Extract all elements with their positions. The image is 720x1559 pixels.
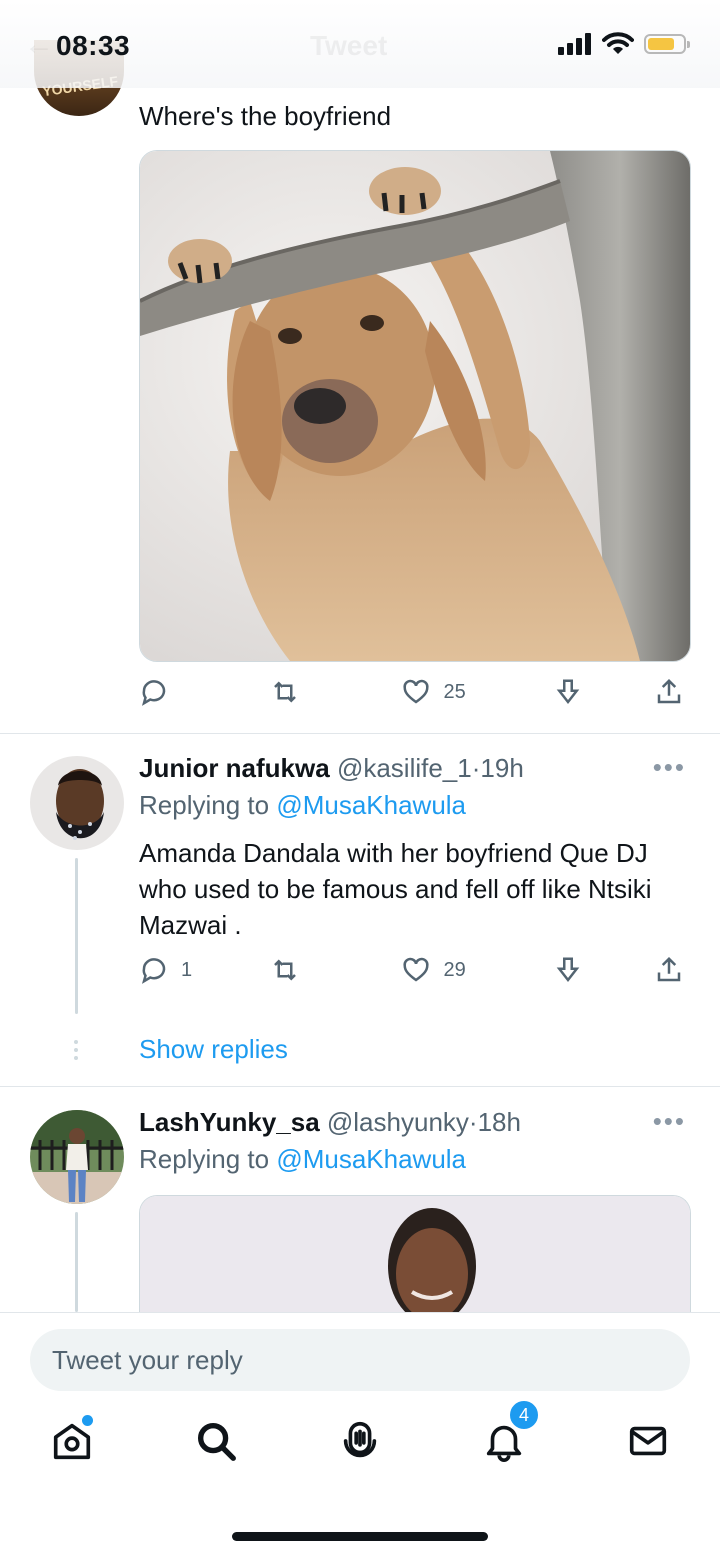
tab-spaces[interactable] [332,1413,388,1469]
avatar-image [30,1110,124,1204]
replying-to: Replying to @MusaKhawula [139,789,466,821]
thread-line [75,858,78,1014]
header-title: Tweet [310,30,388,61]
retweet-icon [274,681,297,703]
downvote-icon [556,679,579,705]
wifi-icon [602,32,634,54]
downvote-button[interactable] [553,955,654,985]
tweet-header: Junior nafukwa @kasilife_1·19h [139,752,524,784]
reply-icon [141,680,166,706]
divider [0,733,720,734]
like-button[interactable]: 29 [401,955,552,985]
tweet-actions: 25 [139,672,684,712]
woman-photo [140,1196,690,1326]
handle[interactable]: @kasilife_1 [337,753,472,783]
dog-photo [140,151,690,661]
share-button[interactable] [654,677,684,707]
avatar[interactable] [30,1110,124,1204]
show-replies-link[interactable]: Show replies [139,1034,288,1065]
handle[interactable]: @lashyunky [327,1107,469,1137]
retweet-button[interactable] [270,677,401,707]
tab-home[interactable] [44,1413,100,1469]
avatar-image [30,756,124,850]
tweet-text: Where's the boyfriend [139,101,392,131]
signal-icon [558,33,591,55]
share-icon [657,678,681,704]
replying-prefix: Replying to [139,790,270,820]
tab-notifications[interactable]: 4 [476,1399,540,1469]
messages-icon [629,1426,667,1456]
reply-icon [141,958,166,984]
display-name[interactable]: Junior nafukwa [139,753,330,783]
reply-count: 1 [181,958,193,981]
bottom-area: Tweet your reply 4 [0,1312,720,1559]
reply-input[interactable]: Tweet your reply [30,1329,690,1391]
reply-button[interactable]: 1 [139,955,270,985]
heart-icon [403,957,429,982]
home-unread-dot [82,1415,93,1426]
retweet-icon [274,959,297,981]
thread-line [75,1212,78,1312]
heart-icon [403,679,429,704]
dot-separator: · [468,1107,478,1137]
tab-search[interactable] [188,1413,244,1469]
reply-button[interactable] [139,677,270,707]
tweet-image[interactable] [139,1195,691,1326]
tweet-header: LashYunky_sa @lashyunky·18h [139,1106,521,1138]
more-options-icon[interactable]: ••• [653,752,686,783]
display-name[interactable]: LashYunky_sa [139,1107,320,1137]
tweet-text: Amanda Dandala with her boyfriend Que DJ… [139,838,652,940]
share-icon [657,956,681,982]
retweet-button[interactable] [270,955,401,985]
downvote-icon [556,957,579,983]
search-icon [197,1422,236,1461]
notifications-badge: 4 [508,1399,540,1431]
mention-link[interactable]: @MusaKhawula [276,1144,466,1174]
replying-prefix: Replying to [139,1144,270,1174]
share-button[interactable] [654,955,684,985]
status-bar: ← Tweet 08:33 [0,0,720,88]
tweet-actions: 1 29 [139,950,684,990]
tweet-image[interactable] [139,150,691,662]
like-count: 29 [443,958,466,981]
tab-messages[interactable] [620,1413,676,1469]
downvote-button[interactable] [553,677,654,707]
status-icons [558,32,690,56]
status-time: 08:33 [56,30,131,61]
back-arrow-icon[interactable]: ← [24,28,54,62]
replying-to: Replying to @MusaKhawula [139,1143,466,1175]
timestamp: 19h [480,753,524,783]
divider [0,1086,720,1087]
like-count: 25 [443,680,466,703]
mention-link[interactable]: @MusaKhawula [276,790,466,820]
spaces-icon [343,1421,377,1458]
more-options-icon[interactable]: ••• [653,1106,686,1137]
tab-bar: 4 [0,1399,720,1489]
avatar[interactable] [30,756,124,850]
battery-icon [644,34,690,54]
home-indicator[interactable] [232,1532,488,1541]
like-button[interactable]: 25 [401,677,552,707]
timestamp: 18h [477,1107,521,1137]
thread-dots [74,1040,78,1064]
